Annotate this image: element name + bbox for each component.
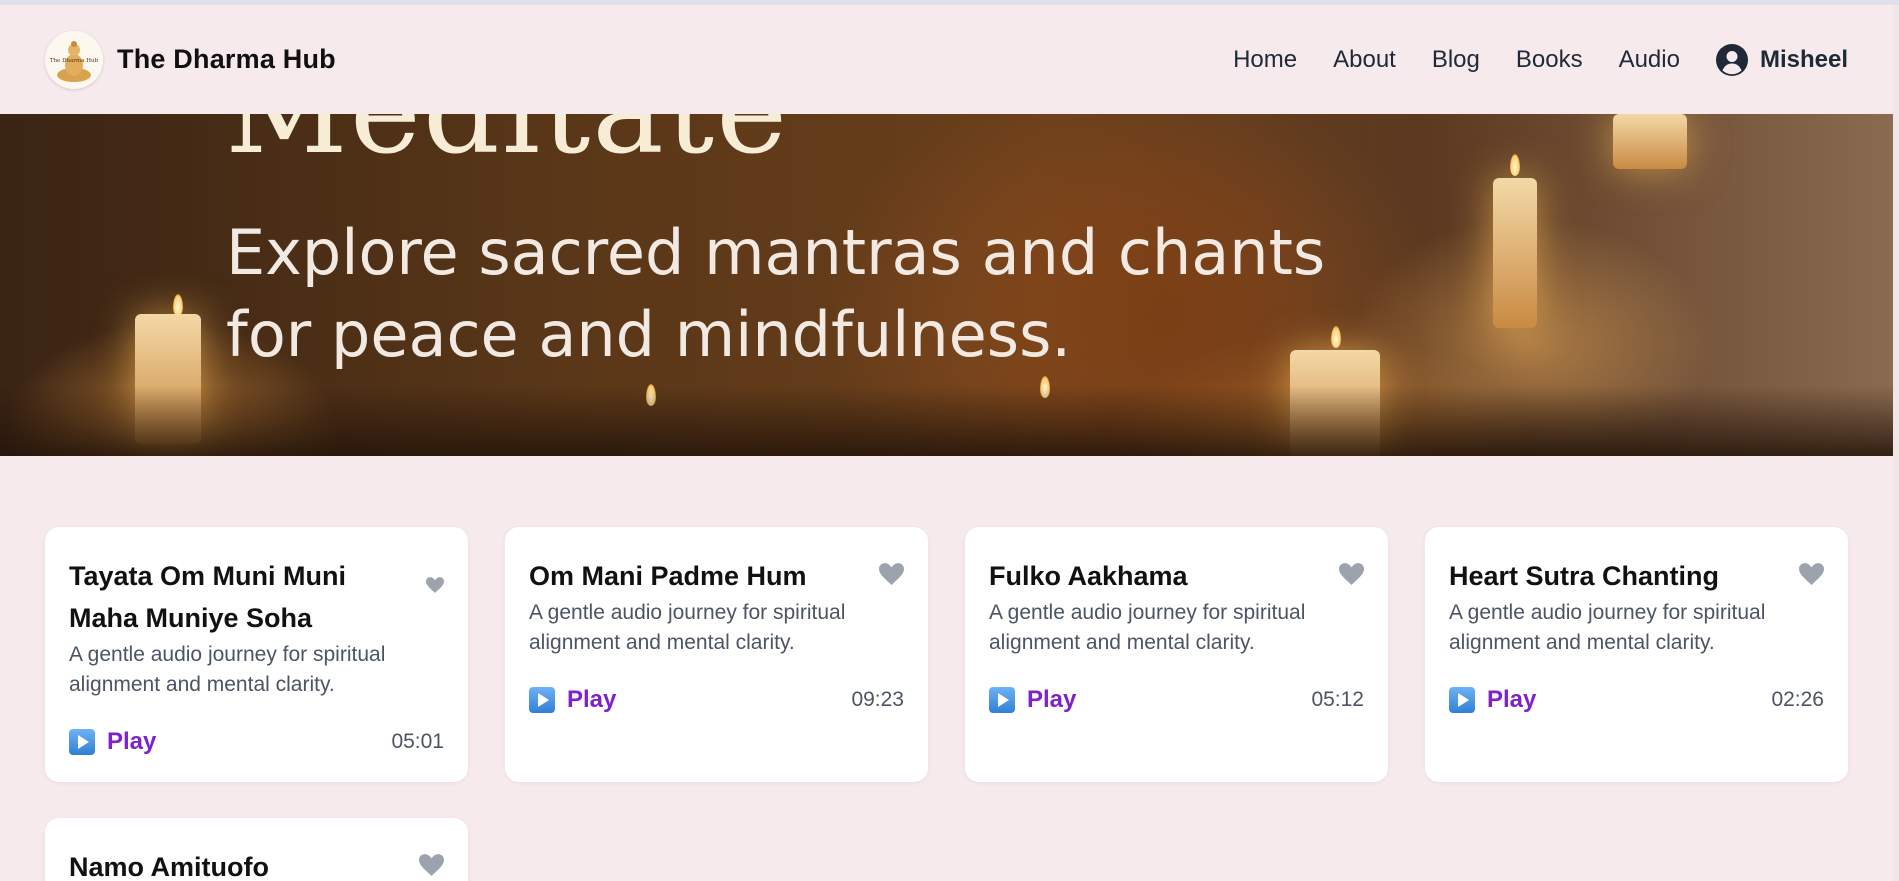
nav-books[interactable]: Books — [1516, 46, 1583, 74]
audio-card-description: A gentle audio journey for spiritual ali… — [1449, 601, 1766, 654]
site-title[interactable]: The Dharma Hub — [117, 44, 336, 75]
audio-card-description: A gentle audio journey for spiritual ali… — [69, 643, 386, 696]
audio-card[interactable]: Tayata Om Muni Muni Maha Muniye Soha A g… — [45, 527, 468, 782]
audio-card-title: Tayata Om Muni Muni Maha Muniye Soha — [69, 561, 347, 633]
nav-home[interactable]: Home — [1233, 46, 1297, 74]
play-icon — [989, 687, 1015, 713]
play-icon — [69, 729, 95, 755]
user-circle-icon — [1715, 43, 1748, 76]
audio-duration: 05:12 — [1311, 688, 1364, 711]
play-button[interactable]: Play — [69, 728, 156, 756]
candle-image — [1613, 114, 1687, 169]
logo-text: The Dharma Hub — [50, 58, 99, 64]
hero-title: Meditate — [225, 114, 789, 172]
heart-icon[interactable] — [879, 563, 904, 585]
heart-icon[interactable] — [1799, 563, 1824, 585]
flame — [1331, 326, 1341, 348]
audio-card[interactable]: Fulko Aakhama A gentle audio journey for… — [965, 527, 1388, 782]
audio-card-description: A gentle audio journey for spiritual ali… — [529, 601, 846, 654]
nav-about[interactable]: About — [1333, 46, 1396, 74]
hero-banner: Meditate Explore sacred mantras and chan… — [0, 114, 1893, 456]
play-button[interactable]: Play — [1449, 686, 1536, 714]
audio-card[interactable]: Namo Amituofo — [45, 818, 468, 881]
audio-card[interactable]: Om Mani Padme Hum A gentle audio journey… — [505, 527, 928, 782]
play-label: Play — [567, 686, 617, 713]
user-name: Misheel — [1759, 45, 1848, 73]
hero-floor — [0, 386, 1893, 456]
flame — [173, 294, 183, 316]
play-icon — [1449, 687, 1475, 713]
main-nav: Home About Blog Books Audio Misheel — [1233, 43, 1848, 76]
play-button[interactable]: Play — [529, 686, 616, 714]
audio-duration: 09:23 — [851, 688, 904, 711]
play-label: Play — [1487, 686, 1537, 713]
heart-icon[interactable] — [426, 577, 444, 593]
hero-subtitle-line-1: Explore sacred mantras and chants — [226, 216, 1326, 289]
candle-image — [1493, 178, 1537, 328]
hero-subtitle-line-2: for peace and mindfulness. — [226, 298, 1072, 371]
audio-duration: 05:01 — [391, 730, 444, 753]
play-label: Play — [107, 728, 157, 755]
nav-audio[interactable]: Audio — [1619, 46, 1680, 74]
play-label: Play — [1027, 686, 1077, 713]
logo[interactable]: The Dharma Hub — [45, 30, 103, 89]
audio-card-description: A gentle audio journey for spiritual ali… — [989, 601, 1306, 654]
audio-card-title: Namo Amituofo — [69, 852, 269, 881]
site-header: The Dharma Hub The Dharma Hub Home About… — [0, 5, 1893, 114]
nav-blog[interactable]: Blog — [1432, 46, 1480, 74]
audio-duration: 02:26 — [1771, 688, 1824, 711]
audio-card-title: Heart Sutra Chanting — [1449, 561, 1720, 591]
hero-subtitle: Explore sacred mantras and chants for pe… — [226, 212, 1326, 376]
brand[interactable]: The Dharma Hub The Dharma Hub — [45, 30, 336, 89]
user-menu[interactable]: Misheel — [1715, 43, 1848, 76]
play-icon — [529, 687, 555, 713]
heart-icon[interactable] — [419, 854, 444, 876]
audio-card-title: Fulko Aakhama — [989, 561, 1188, 591]
flame — [1510, 154, 1520, 176]
audio-card[interactable]: Heart Sutra Chanting A gentle audio jour… — [1425, 527, 1848, 782]
play-button[interactable]: Play — [989, 686, 1076, 714]
heart-icon[interactable] — [1339, 563, 1364, 585]
audio-card-title: Om Mani Padme Hum — [529, 561, 807, 591]
scrollbar[interactable] — [1893, 5, 1899, 881]
audio-card-grid: Tayata Om Muni Muni Maha Muniye Soha A g… — [45, 527, 1848, 881]
